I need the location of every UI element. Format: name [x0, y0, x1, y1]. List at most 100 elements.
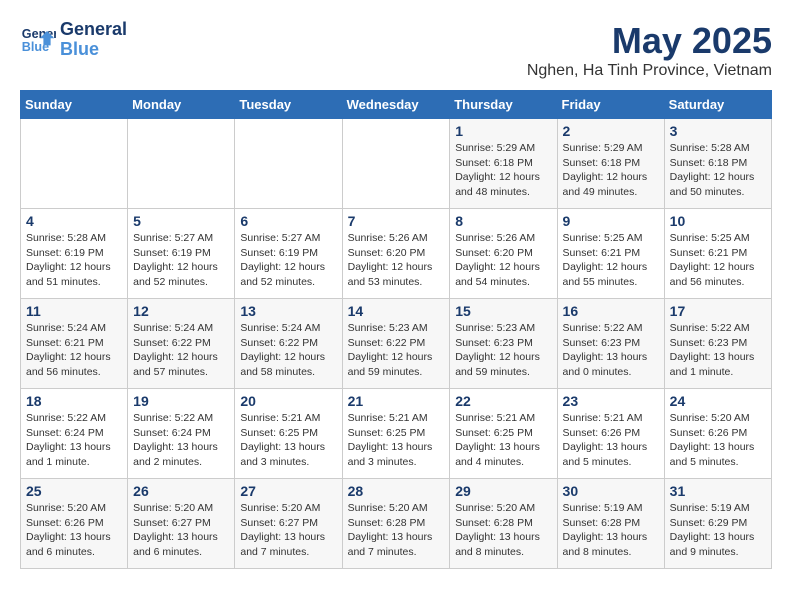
- day-info: Sunrise: 5:22 AM Sunset: 6:24 PM Dayligh…: [133, 411, 229, 470]
- day-number: 15: [455, 303, 551, 319]
- logo: General Blue General Blue: [20, 20, 127, 60]
- day-number: 3: [670, 123, 766, 139]
- day-header-thursday: Thursday: [450, 91, 557, 119]
- day-number: 31: [670, 483, 766, 499]
- calendar-cell: 12Sunrise: 5:24 AM Sunset: 6:22 PM Dayli…: [128, 299, 235, 389]
- calendar-cell: 18 Sunrise: 5:22 AM Sunset: 6:24 PM Dayli…: [21, 389, 128, 479]
- week-row-2: 4Sunrise: 5:28 AM Sunset: 6:19 PM Daylig…: [21, 209, 772, 299]
- page-header: General Blue General Blue May 2025 Nghen…: [20, 20, 772, 80]
- day-info: Sunrise: 5:28 AM Sunset: 6:19 PM Dayligh…: [26, 231, 122, 290]
- week-row-1: 1 Sunrise: 5:29 AM Sunset: 6:18 PM Daylig…: [21, 119, 772, 209]
- title-block: May 2025 Nghen, Ha Tinh Province, Vietna…: [527, 20, 772, 80]
- day-info: Sunrise: 5:22 AM Sunset: 6:23 PM Dayligh…: [563, 321, 659, 380]
- day-info: Sunrise: 5:24 AM Sunset: 6:21 PM Dayligh…: [26, 321, 122, 380]
- calendar-cell: [21, 119, 128, 209]
- calendar-cell: 9 Sunrise: 5:25 AM Sunset: 6:21 PM Daylig…: [557, 209, 664, 299]
- day-info: Sunrise: 5:29 AM Sunset: 6:18 PM Dayligh…: [563, 141, 659, 200]
- day-number: 29: [455, 483, 551, 499]
- week-row-3: 11 Sunrise: 5:24 AM Sunset: 6:21 PM Dayli…: [21, 299, 772, 389]
- day-number: 21: [348, 393, 445, 409]
- week-row-5: 25Sunrise: 5:20 AM Sunset: 6:26 PM Dayli…: [21, 479, 772, 569]
- day-info: Sunrise: 5:23 AM Sunset: 6:23 PM Dayligh…: [455, 321, 551, 380]
- day-header-monday: Monday: [128, 91, 235, 119]
- calendar-cell: 16 Sunrise: 5:22 AM Sunset: 6:23 PM Dayli…: [557, 299, 664, 389]
- day-info: Sunrise: 5:25 AM Sunset: 6:21 PM Dayligh…: [563, 231, 659, 290]
- day-header-row: SundayMondayTuesdayWednesdayThursdayFrid…: [21, 91, 772, 119]
- day-number: 10: [670, 213, 766, 229]
- calendar-cell: 17 Sunrise: 5:22 AM Sunset: 6:23 PM Dayli…: [664, 299, 771, 389]
- day-info: Sunrise: 5:20 AM Sunset: 6:28 PM Dayligh…: [455, 501, 551, 560]
- calendar-cell: 28Sunrise: 5:20 AM Sunset: 6:28 PM Dayli…: [342, 479, 450, 569]
- day-info: Sunrise: 5:26 AM Sunset: 6:20 PM Dayligh…: [348, 231, 445, 290]
- day-number: 22: [455, 393, 551, 409]
- calendar-cell: 8 Sunrise: 5:26 AM Sunset: 6:20 PM Daylig…: [450, 209, 557, 299]
- day-number: 14: [348, 303, 445, 319]
- day-header-wednesday: Wednesday: [342, 91, 450, 119]
- calendar-cell: 14 Sunrise: 5:23 AM Sunset: 6:22 PM Dayli…: [342, 299, 450, 389]
- calendar-cell: 23 Sunrise: 5:21 AM Sunset: 6:26 PM Dayli…: [557, 389, 664, 479]
- calendar-cell: 1 Sunrise: 5:29 AM Sunset: 6:18 PM Daylig…: [450, 119, 557, 209]
- calendar-cell: [128, 119, 235, 209]
- day-number: 17: [670, 303, 766, 319]
- day-info: Sunrise: 5:22 AM Sunset: 6:23 PM Dayligh…: [670, 321, 766, 380]
- calendar-cell: 10 Sunrise: 5:25 AM Sunset: 6:21 PM Dayli…: [664, 209, 771, 299]
- calendar-cell: 21 Sunrise: 5:21 AM Sunset: 6:25 PM Dayli…: [342, 389, 450, 479]
- day-info: Sunrise: 5:24 AM Sunset: 6:22 PM Dayligh…: [133, 321, 229, 380]
- day-info: Sunrise: 5:21 AM Sunset: 6:26 PM Dayligh…: [563, 411, 659, 470]
- day-info: Sunrise: 5:29 AM Sunset: 6:18 PM Dayligh…: [455, 141, 551, 200]
- day-number: 26: [133, 483, 229, 499]
- day-number: 13: [240, 303, 336, 319]
- day-info: Sunrise: 5:26 AM Sunset: 6:20 PM Dayligh…: [455, 231, 551, 290]
- day-number: 23: [563, 393, 659, 409]
- day-number: 27: [240, 483, 336, 499]
- day-number: 18: [26, 393, 122, 409]
- day-number: 7: [348, 213, 445, 229]
- calendar-cell: 20Sunrise: 5:21 AM Sunset: 6:25 PM Dayli…: [235, 389, 342, 479]
- day-info: Sunrise: 5:23 AM Sunset: 6:22 PM Dayligh…: [348, 321, 445, 380]
- day-number: 5: [133, 213, 229, 229]
- day-number: 1: [455, 123, 551, 139]
- day-info: Sunrise: 5:25 AM Sunset: 6:21 PM Dayligh…: [670, 231, 766, 290]
- calendar-cell: [235, 119, 342, 209]
- calendar-cell: 25Sunrise: 5:20 AM Sunset: 6:26 PM Dayli…: [21, 479, 128, 569]
- day-header-friday: Friday: [557, 91, 664, 119]
- day-info: Sunrise: 5:20 AM Sunset: 6:27 PM Dayligh…: [240, 501, 336, 560]
- calendar-cell: 22 Sunrise: 5:21 AM Sunset: 6:25 PM Dayli…: [450, 389, 557, 479]
- calendar-cell: 30Sunrise: 5:19 AM Sunset: 6:28 PM Dayli…: [557, 479, 664, 569]
- day-info: Sunrise: 5:20 AM Sunset: 6:28 PM Dayligh…: [348, 501, 445, 560]
- day-info: Sunrise: 5:27 AM Sunset: 6:19 PM Dayligh…: [133, 231, 229, 290]
- logo-icon: General Blue: [20, 22, 56, 58]
- day-info: Sunrise: 5:27 AM Sunset: 6:19 PM Dayligh…: [240, 231, 336, 290]
- calendar-cell: 4Sunrise: 5:28 AM Sunset: 6:19 PM Daylig…: [21, 209, 128, 299]
- calendar-cell: 2 Sunrise: 5:29 AM Sunset: 6:18 PM Daylig…: [557, 119, 664, 209]
- day-number: 11: [26, 303, 122, 319]
- calendar-cell: 29 Sunrise: 5:20 AM Sunset: 6:28 PM Dayli…: [450, 479, 557, 569]
- day-info: Sunrise: 5:21 AM Sunset: 6:25 PM Dayligh…: [455, 411, 551, 470]
- calendar-subtitle: Nghen, Ha Tinh Province, Vietnam: [527, 62, 772, 80]
- day-info: Sunrise: 5:21 AM Sunset: 6:25 PM Dayligh…: [348, 411, 445, 470]
- day-header-saturday: Saturday: [664, 91, 771, 119]
- calendar-cell: 19 Sunrise: 5:22 AM Sunset: 6:24 PM Dayli…: [128, 389, 235, 479]
- day-info: Sunrise: 5:20 AM Sunset: 6:27 PM Dayligh…: [133, 501, 229, 560]
- calendar-cell: 3 Sunrise: 5:28 AM Sunset: 6:18 PM Daylig…: [664, 119, 771, 209]
- calendar-cell: 26 Sunrise: 5:20 AM Sunset: 6:27 PM Dayli…: [128, 479, 235, 569]
- day-number: 9: [563, 213, 659, 229]
- calendar-cell: 31Sunrise: 5:19 AM Sunset: 6:29 PM Dayli…: [664, 479, 771, 569]
- day-number: 8: [455, 213, 551, 229]
- calendar-cell: 5 Sunrise: 5:27 AM Sunset: 6:19 PM Daylig…: [128, 209, 235, 299]
- calendar-cell: 27 Sunrise: 5:20 AM Sunset: 6:27 PM Dayli…: [235, 479, 342, 569]
- day-info: Sunrise: 5:28 AM Sunset: 6:18 PM Dayligh…: [670, 141, 766, 200]
- day-info: Sunrise: 5:22 AM Sunset: 6:24 PM Dayligh…: [26, 411, 122, 470]
- calendar-table: SundayMondayTuesdayWednesdayThursdayFrid…: [20, 90, 772, 569]
- calendar-cell: 11 Sunrise: 5:24 AM Sunset: 6:21 PM Dayli…: [21, 299, 128, 389]
- day-number: 2: [563, 123, 659, 139]
- day-number: 19: [133, 393, 229, 409]
- calendar-title: May 2025: [527, 20, 772, 62]
- day-number: 16: [563, 303, 659, 319]
- day-number: 25: [26, 483, 122, 499]
- calendar-cell: 24Sunrise: 5:20 AM Sunset: 6:26 PM Dayli…: [664, 389, 771, 479]
- calendar-cell: 7 Sunrise: 5:26 AM Sunset: 6:20 PM Daylig…: [342, 209, 450, 299]
- day-number: 30: [563, 483, 659, 499]
- calendar-cell: [342, 119, 450, 209]
- logo-text: General Blue: [60, 20, 127, 60]
